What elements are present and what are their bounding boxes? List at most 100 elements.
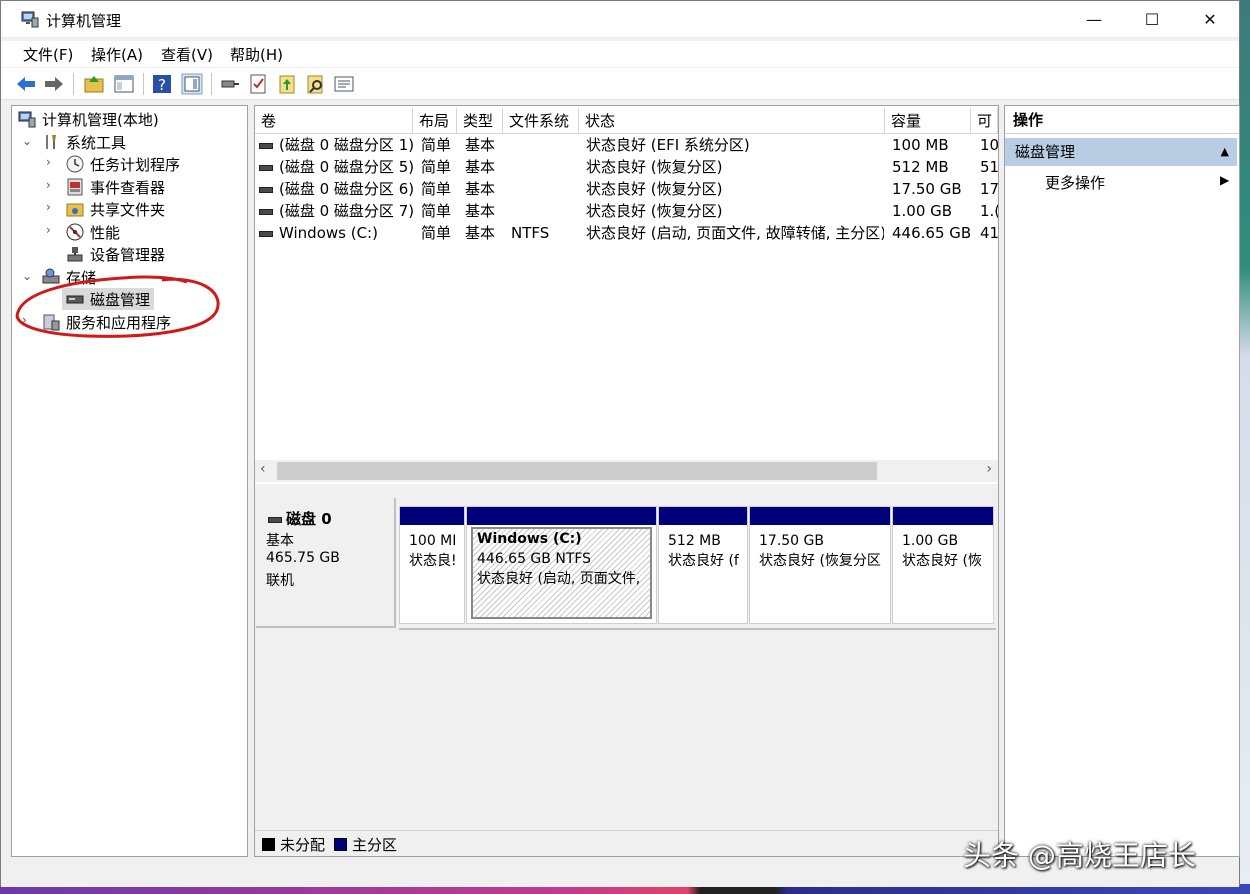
window-title: 计算机管理 (46, 12, 122, 30)
cell-status: 状态良好 (恢复分区) (586, 158, 723, 176)
partition-windows-c[interactable]: Windows (C:) 446.65 GB NTFS 状态良好 (启动, 页面… (466, 506, 657, 624)
tree-item-shared-folders[interactable]: 共享文件夹 (66, 198, 165, 220)
disk-icon (259, 230, 273, 237)
disk-icon (259, 208, 273, 215)
show-hide-tree-icon[interactable] (113, 73, 135, 95)
watermark: 头条 @高烧王店长 (963, 839, 1196, 872)
submenu-arrow-icon[interactable]: ▶ (1220, 173, 1229, 187)
minimize-button[interactable]: — (1065, 1, 1123, 37)
chevron-right-icon[interactable]: › (46, 200, 51, 214)
chevron-right-icon[interactable]: › (46, 223, 51, 237)
maximize-button[interactable]: ☐ (1123, 1, 1181, 37)
legend-unallocated: 未分配 (280, 836, 326, 854)
column-free[interactable]: 可 (971, 108, 998, 134)
disk-size: 465.75 GB (266, 550, 340, 566)
tree-label-task-scheduler: 任务计划程序 (90, 155, 181, 174)
cell-volume: (磁盘 0 磁盘分区 6) (279, 180, 413, 198)
table-row[interactable]: Windows (C:) 简单 基本 NTFS 状态良好 (启动, 页面文件, … (255, 222, 998, 244)
partition-7[interactable]: 1.00 GB 状态良好 (恢 (892, 506, 994, 624)
column-layout[interactable]: 布局 (413, 108, 457, 134)
scroll-right-icon[interactable]: › (986, 461, 992, 477)
computer-management-icon (18, 111, 36, 128)
partition-1[interactable]: 100 MI 状态良! (399, 506, 465, 624)
cell-free: 10 (980, 136, 998, 154)
svg-text:?: ? (158, 76, 166, 94)
close-button[interactable]: ✕ (1181, 1, 1239, 37)
column-volume[interactable]: 卷 (255, 108, 413, 134)
horizontal-scrollbar[interactable]: ‹ › (255, 460, 998, 482)
volume-list-header: 卷 布局 类型 文件系统 状态 容量 可 (255, 108, 998, 134)
column-filesystem[interactable]: 文件系统 (503, 108, 579, 134)
menu-action[interactable]: 操作(A) (91, 44, 143, 65)
legend-primary: 主分区 (352, 836, 398, 854)
up-folder-icon[interactable] (83, 73, 105, 95)
chevron-right-icon[interactable]: › (46, 155, 51, 169)
tree-item-root[interactable]: 计算机管理(本地) (18, 108, 159, 130)
column-status[interactable]: 状态 (579, 108, 885, 134)
tree-item-task-scheduler[interactable]: 任务计划程序 (66, 153, 180, 175)
partition-size: 100 MI (409, 533, 457, 549)
tree-label-device-manager: 设备管理器 (90, 245, 166, 264)
chevron-down-icon[interactable]: ⌄ (22, 134, 32, 148)
partition-6[interactable]: 17.50 GB 状态良好 (恢复分区 (749, 506, 891, 624)
cell-layout: 简单 (421, 224, 452, 242)
chevron-right-icon[interactable]: › (46, 178, 51, 192)
more-actions[interactable]: 更多操作 (1045, 172, 1105, 193)
disk-name: 磁盘 0 (286, 510, 332, 528)
menu-view[interactable]: 查看(V) (161, 44, 213, 65)
table-row[interactable]: (磁盘 0 磁盘分区 7) 简单 基本 状态良好 (恢复分区) 1.00 GB … (255, 200, 998, 222)
menu-help[interactable]: 帮助(H) (230, 44, 283, 65)
console-tree: 计算机管理(本地) ⌄ 系统工具 › 任务计划程序 › 事件查看器 › 共享文件… (11, 105, 248, 857)
collapse-up-icon[interactable]: ▲ (1221, 138, 1229, 166)
tree-item-performance[interactable]: 性能 (66, 221, 120, 243)
back-arrow-icon[interactable] (15, 73, 37, 95)
tree-item-system-tools[interactable]: 系统工具 (42, 131, 126, 153)
column-type[interactable]: 类型 (457, 108, 503, 134)
table-row[interactable]: (磁盘 0 磁盘分区 5) 简单 基本 状态良好 (恢复分区) 512 MB 5… (255, 156, 998, 178)
cell-type: 基本 (465, 136, 496, 154)
disk-graph-area: 磁盘 0 基本 465.75 GB 联机 100 MI 状态良! Windows… (255, 488, 998, 828)
partition-status: 状态良好 (恢 (902, 553, 982, 569)
actions-header: 操作 (1005, 106, 1239, 134)
show-action-pane-icon[interactable] (181, 73, 203, 95)
menu-bar: 文件(F) 操作(A) 查看(V) 帮助(H) (1, 41, 1239, 67)
tree-label-performance: 性能 (90, 223, 121, 242)
tree-item-device-manager[interactable]: 设备管理器 (66, 243, 165, 265)
tree-label-root: 计算机管理(本地) (42, 110, 159, 129)
shared-folder-icon (66, 203, 84, 217)
tree-label-system-tools: 系统工具 (66, 133, 127, 152)
legend-swatch-primary (334, 838, 347, 851)
tree-label-shared-folders: 共享文件夹 (90, 200, 166, 219)
cell-filesystem: NTFS (511, 224, 550, 242)
import-icon[interactable] (277, 73, 299, 95)
partition-status: 状态良! (409, 553, 457, 569)
help-icon[interactable]: ? (151, 73, 173, 95)
cell-free: 1.( (980, 202, 998, 220)
cell-capacity: 512 MB (892, 158, 949, 176)
connect-icon[interactable] (219, 73, 241, 95)
disk-state: 联机 (266, 573, 294, 589)
cell-capacity: 1.00 GB (892, 202, 953, 220)
disk-kind: 基本 (266, 533, 294, 549)
toolbar: ? (1, 68, 1239, 100)
legend-swatch-unallocated (262, 838, 275, 851)
scroll-left-icon[interactable]: ‹ (260, 461, 266, 477)
partition-5[interactable]: 512 MB 状态良好 (f (658, 506, 748, 624)
actions-disk-management[interactable]: 磁盘管理 ▲ (1005, 138, 1237, 166)
properties-icon[interactable] (333, 73, 355, 95)
table-row[interactable]: (磁盘 0 磁盘分区 1) 简单 基本 状态良好 (EFI 系统分区) 100 … (255, 134, 998, 156)
table-row[interactable]: (磁盘 0 磁盘分区 6) 简单 基本 状态良好 (恢复分区) 17.50 GB… (255, 178, 998, 200)
tree-item-event-viewer[interactable]: 事件查看器 (66, 176, 165, 198)
menu-file[interactable]: 文件(F) (23, 44, 73, 65)
column-capacity[interactable]: 容量 (885, 108, 971, 134)
find-icon[interactable] (305, 73, 327, 95)
scrollbar-thumb[interactable] (277, 462, 877, 480)
forward-arrow-icon[interactable] (43, 73, 65, 95)
center-pane: 卷 布局 类型 文件系统 状态 容量 可 (磁盘 0 磁盘分区 1) 简单 基本… (254, 105, 999, 857)
partition-status: 状态良好 (f (668, 553, 739, 569)
title-bar[interactable]: 计算机管理 — ☐ ✕ (1, 1, 1239, 37)
cell-layout: 简单 (421, 136, 452, 154)
cell-capacity: 446.65 GB (892, 224, 972, 242)
checklist-icon[interactable] (247, 73, 269, 95)
disk-0-label[interactable]: 磁盘 0 基本 465.75 GB 联机 (256, 498, 396, 628)
